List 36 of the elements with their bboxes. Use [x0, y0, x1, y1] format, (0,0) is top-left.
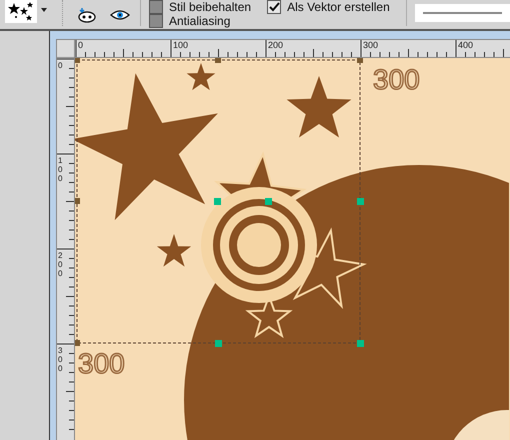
ruler-label: 300	[363, 40, 378, 50]
ruler-label: 100	[173, 40, 188, 50]
star-shape	[156, 234, 192, 267]
corner-handle[interactable]	[75, 340, 80, 346]
mask-icon[interactable]	[77, 7, 97, 23]
ruler-label: 0	[58, 61, 64, 70]
ruler-label: 200	[268, 40, 284, 50]
corner-handle[interactable]	[215, 58, 221, 63]
selection-rectangle[interactable]	[76, 60, 360, 344]
star-shape	[286, 76, 352, 138]
size-label: 300	[373, 64, 420, 96]
checkbox[interactable]	[267, 0, 282, 14]
caret-icon[interactable]	[40, 7, 48, 13]
node-handle[interactable]	[357, 340, 364, 347]
option-label: Stil beibehalten	[169, 0, 252, 14]
node-handle[interactable]	[215, 340, 222, 347]
checkbox[interactable]	[149, 0, 163, 14]
node-handle[interactable]	[265, 198, 272, 205]
corner-handle[interactable]	[357, 58, 363, 63]
size-label: 300	[78, 348, 125, 380]
ruler-label: 400	[458, 40, 474, 50]
ruler-label: 0	[78, 40, 84, 50]
star-preset-thumbnail[interactable]	[5, 0, 37, 23]
checkbox[interactable]	[149, 14, 163, 28]
stars-icon	[8, 2, 34, 22]
ruler-label: 300	[58, 346, 64, 373]
line-style-field[interactable]	[414, 4, 510, 22]
ruler-label: 100	[58, 156, 64, 183]
option-label: Als Vektor erstellen	[287, 0, 390, 14]
corner-handle[interactable]	[75, 58, 80, 63]
node-handle[interactable]	[357, 198, 364, 205]
corner-handle[interactable]	[75, 198, 80, 204]
ruler-label: 200	[58, 251, 64, 278]
eye-icon[interactable]	[110, 9, 130, 21]
option-label: Antialiasing	[169, 14, 230, 28]
node-handle[interactable]	[214, 198, 221, 205]
